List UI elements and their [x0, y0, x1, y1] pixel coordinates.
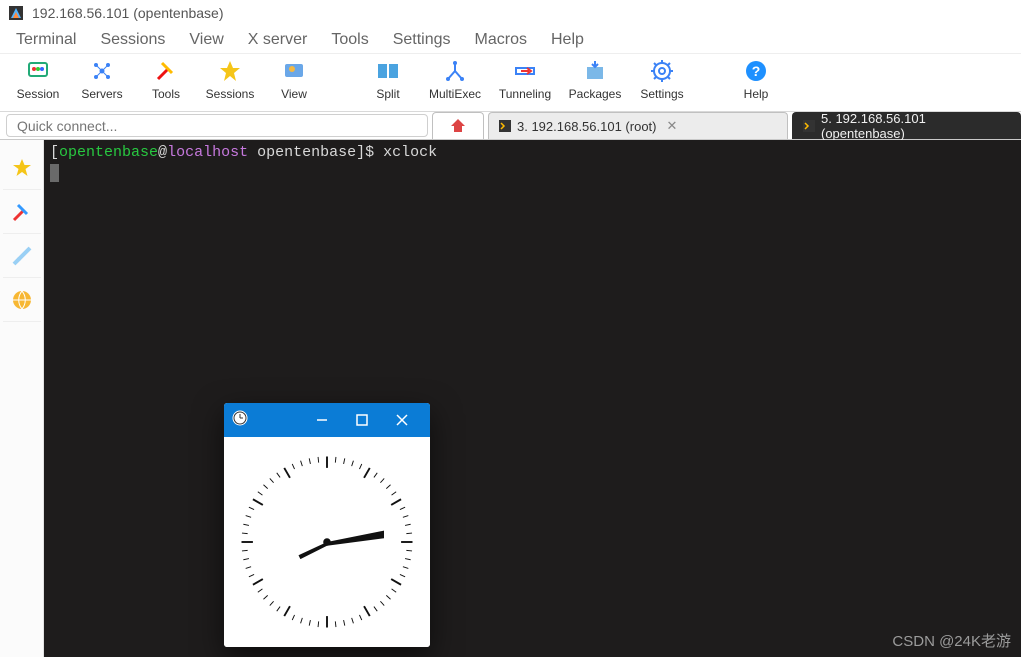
terminal-line: [opentenbase@localhost opentenbase]$ xcl…: [50, 144, 437, 161]
multiexec-button[interactable]: MultiExec: [420, 58, 490, 108]
session-icon: [25, 58, 51, 84]
menu-settings[interactable]: Settings: [381, 27, 463, 53]
tab-label: 3. 192.168.56.101 (root): [517, 119, 657, 134]
servers-icon: [89, 58, 115, 84]
title-bar: 192.168.56.101 (opentenbase): [0, 0, 1021, 26]
minimize-button[interactable]: [302, 403, 342, 437]
session-button[interactable]: Session: [6, 58, 70, 108]
workspace: [opentenbase@localhost opentenbase]$ xcl…: [0, 140, 1021, 657]
help-icon: ?: [743, 58, 769, 84]
menu-macros[interactable]: Macros: [463, 27, 539, 53]
tunneling-button[interactable]: Tunneling: [490, 58, 560, 108]
servers-button[interactable]: Servers: [70, 58, 134, 108]
sidebar: [0, 140, 44, 657]
menu-help[interactable]: Help: [539, 27, 596, 53]
terminal-icon: [803, 120, 815, 132]
tools-button[interactable]: Tools: [134, 58, 198, 108]
view-button[interactable]: View: [262, 58, 326, 108]
terminal[interactable]: [opentenbase@localhost opentenbase]$ xcl…: [44, 140, 1021, 657]
tab-label: 5. 192.168.56.101 (opentenbase): [821, 111, 1010, 141]
svg-text:?: ?: [752, 63, 761, 79]
tunneling-icon: [512, 58, 538, 84]
menu-bar: Terminal Sessions View X server Tools Se…: [0, 26, 1021, 54]
sessions-button[interactable]: Sessions: [198, 58, 262, 108]
tab-bar: 3. 192.168.56.101 (root) ✕ 5. 192.168.56…: [0, 112, 1021, 140]
split-icon: [375, 58, 401, 84]
packages-icon: [582, 58, 608, 84]
star-icon: [217, 58, 243, 84]
window-title: 192.168.56.101 (opentenbase): [32, 5, 224, 21]
maximize-button[interactable]: [342, 403, 382, 437]
xclock-window[interactable]: [224, 403, 430, 647]
multiexec-icon: [442, 58, 468, 84]
xclock-face: [224, 437, 430, 647]
menu-tools[interactable]: Tools: [319, 27, 380, 53]
tab-home[interactable]: [432, 112, 484, 139]
terminal-cursor: [50, 164, 59, 182]
menu-view[interactable]: View: [177, 27, 235, 53]
sidebar-sftp[interactable]: [3, 278, 41, 322]
terminal-icon: [499, 120, 511, 132]
close-icon[interactable]: ✕: [667, 118, 678, 134]
toolbar: Session Servers Tools Sessions View Spli…: [0, 54, 1021, 112]
app-icon: [8, 5, 24, 21]
tools-icon: [153, 58, 179, 84]
clock-icon: [232, 410, 248, 431]
tab-session-5[interactable]: 5. 192.168.56.101 (opentenbase): [792, 112, 1021, 139]
sidebar-tools[interactable]: [3, 190, 41, 234]
gear-icon: [649, 58, 675, 84]
packages-button[interactable]: Packages: [560, 58, 630, 108]
settings-button[interactable]: Settings: [630, 58, 694, 108]
home-icon: [449, 117, 467, 136]
menu-terminal[interactable]: Terminal: [4, 27, 88, 53]
menu-xserver[interactable]: X server: [236, 27, 320, 53]
view-icon: [281, 58, 307, 84]
sidebar-favorites[interactable]: [3, 146, 41, 190]
watermark: CSDN @24K老游: [892, 630, 1011, 651]
tab-session-3[interactable]: 3. 192.168.56.101 (root) ✕: [488, 112, 788, 139]
split-button[interactable]: Split: [356, 58, 420, 108]
xclock-titlebar[interactable]: [224, 403, 430, 437]
close-button[interactable]: [382, 403, 422, 437]
quick-connect-input[interactable]: [6, 114, 428, 137]
sidebar-macros[interactable]: [3, 234, 41, 278]
help-button[interactable]: ?Help: [724, 58, 788, 108]
menu-sessions[interactable]: Sessions: [88, 27, 177, 53]
